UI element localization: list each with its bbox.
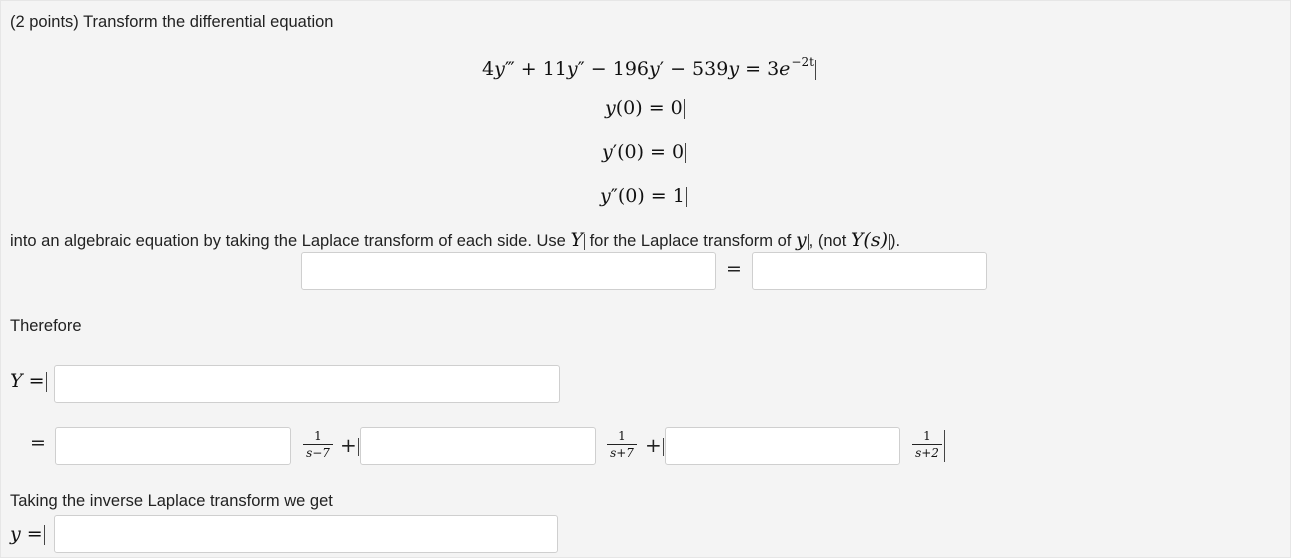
- y-solution-input[interactable]: [54, 515, 558, 553]
- therefore-label: Therefore: [10, 317, 82, 335]
- coefficient-input-3[interactable]: [665, 427, 900, 465]
- coefficient-input-2[interactable]: [360, 427, 596, 465]
- coefficient-input-1[interactable]: [55, 427, 291, 465]
- initial-condition-y-double-prime: y″(0) = 1: [600, 185, 687, 207]
- transform-rhs-input[interactable]: [752, 252, 987, 290]
- plus-sign-1: +: [340, 433, 359, 457]
- initial-condition-y-prime: y′(0) = 0: [602, 141, 687, 163]
- fraction-3: 1 s+2: [912, 430, 942, 460]
- y-label: y =: [10, 523, 45, 545]
- plus-sign-2: +: [645, 433, 664, 457]
- initial-condition-y: y(0) = 0: [605, 97, 685, 119]
- cursor-mark: [944, 430, 945, 462]
- problem-header: (2 points) Transform the differential eq…: [10, 13, 334, 31]
- Y-label: Y =: [10, 370, 47, 392]
- partial-fraction-equals: =: [30, 432, 46, 454]
- fraction-2: 1 s+7: [607, 430, 637, 460]
- fraction-1: 1 s−7: [303, 430, 333, 460]
- transform-lhs-input[interactable]: [301, 252, 716, 290]
- instruction-text: into an algebraic equation by taking the…: [10, 229, 901, 251]
- transform-equals: =: [726, 258, 742, 280]
- inverse-transform-label: Taking the inverse Laplace transform we …: [10, 492, 333, 510]
- Y-input[interactable]: [54, 365, 560, 403]
- differential-equation: 4y‴ + 11y″ − 196y′ − 539y = 3e−2t: [482, 55, 816, 80]
